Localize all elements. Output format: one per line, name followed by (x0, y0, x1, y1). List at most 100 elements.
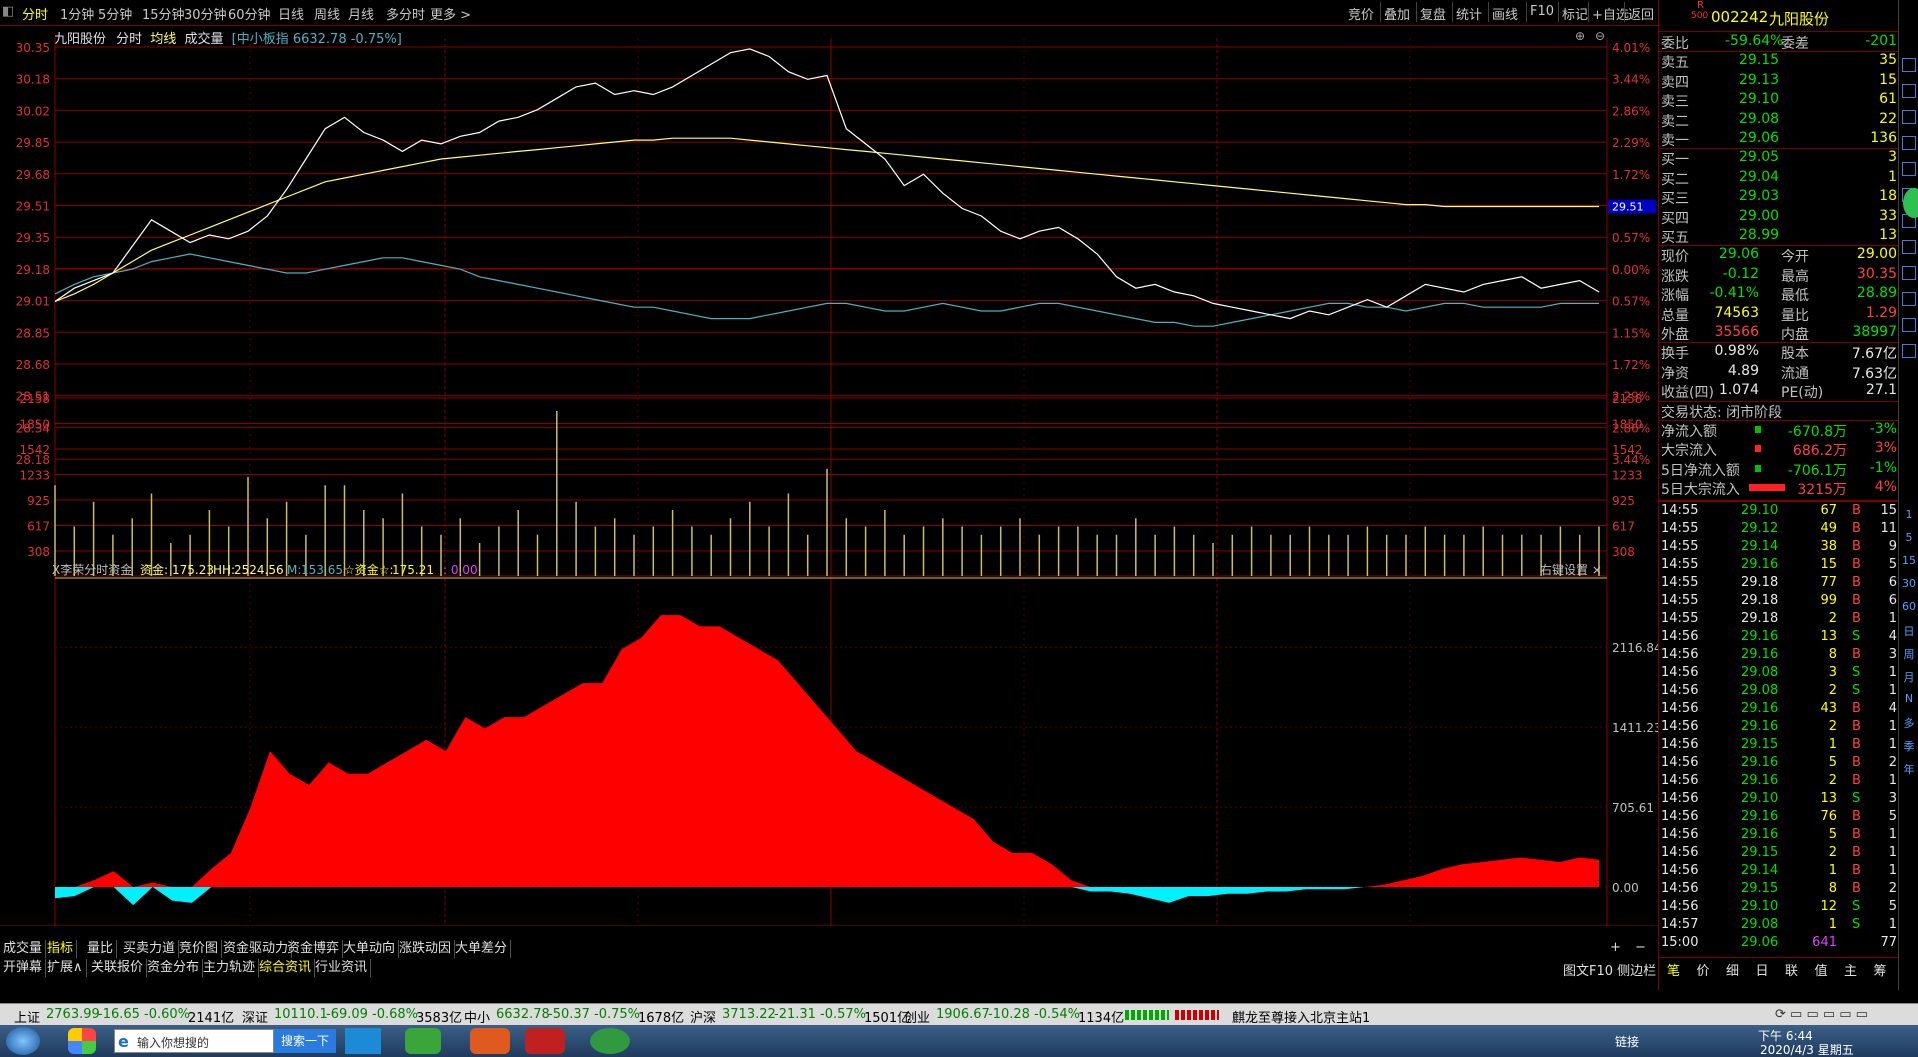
indicator-tab[interactable]: 竞价图 (176, 940, 223, 958)
tool-icon[interactable] (1902, 240, 1916, 254)
ask-price[interactable]: 29.08 (1739, 111, 1779, 127)
indicator-tab[interactable]: 涨跌动因 (396, 940, 456, 958)
app-icon-stock[interactable] (525, 1028, 565, 1054)
indicator-tab[interactable]: 资金驱动力 (220, 940, 293, 958)
tool-icon[interactable] (1902, 110, 1916, 124)
period-shortcut[interactable]: N (1901, 692, 1917, 705)
status-tools-icon[interactable]: ⟳ ▭ ▭ ▭ ▭ ▭ (1775, 1007, 1868, 1022)
start-button[interactable] (6, 1027, 40, 1055)
quote-tab[interactable]: 主 (1844, 960, 1857, 979)
toolbar-action-tab[interactable]: 统计 (1456, 4, 1482, 23)
tool-icon[interactable] (1902, 58, 1916, 72)
indicator-tab[interactable]: 资金博弈 (284, 940, 344, 958)
period-shortcut[interactable]: 日 (1901, 623, 1917, 639)
period-tab[interactable]: 月线 (348, 4, 374, 23)
float-ball-icon[interactable] (1903, 188, 1918, 218)
index-name[interactable]: 中小 (464, 1007, 490, 1026)
period-shortcut[interactable]: 周 (1901, 646, 1917, 662)
toolbar-action-tab[interactable]: 复盘 (1420, 4, 1446, 23)
period-shortcut[interactable]: 1 (1901, 508, 1917, 521)
indicator-tab[interactable]: 买卖力道 (120, 940, 180, 958)
app-icon-player[interactable] (345, 1028, 381, 1054)
info-tab[interactable]: 扩展∧ (44, 959, 87, 977)
period-tab[interactable]: 15分钟 (142, 4, 185, 23)
ask-price[interactable]: 29.15 (1739, 52, 1779, 68)
period-shortcut[interactable]: 多 (1901, 715, 1917, 731)
period-tab[interactable]: 5分钟 (98, 4, 132, 23)
taskbar-search-box[interactable]: e 输入你想搜的 (114, 1029, 274, 1053)
period-tab[interactable]: 1分钟 (60, 4, 94, 23)
tool-icon[interactable] (1902, 344, 1916, 358)
indicator-tab[interactable]: 大单动向 (340, 940, 400, 958)
period-tab[interactable]: 30分钟 (184, 4, 227, 23)
bid-price[interactable]: 29.00 (1739, 208, 1779, 224)
taskbar-search-button[interactable]: 搜索一下 (274, 1029, 336, 1053)
period-tab[interactable]: 60分钟 (228, 4, 271, 23)
indicator-settings[interactable]: 右键设置 × (1540, 562, 1602, 577)
quote-tab[interactable]: 细 (1726, 960, 1739, 979)
toolbar-toggle-icon[interactable]: ◧ (2, 4, 14, 19)
tool-icon[interactable] (1902, 266, 1916, 280)
toolbar-action-tab[interactable]: F10 (1530, 4, 1554, 19)
info-tab[interactable]: 行业资讯 (312, 959, 372, 977)
toolbar-action-tab[interactable]: 标记 (1562, 4, 1588, 23)
indicator-tab[interactable]: 量比 (84, 940, 118, 958)
info-tab[interactable]: 主力轨迹 (200, 959, 260, 977)
tool-icon[interactable] (1902, 292, 1916, 306)
quote-tab[interactable]: 联 (1785, 960, 1798, 979)
period-shortcut[interactable]: 30 (1901, 577, 1917, 590)
app-icon-1[interactable] (68, 1028, 96, 1054)
index-name[interactable]: 上证 (14, 1007, 40, 1026)
info-tab[interactable]: 综合资讯 (256, 959, 316, 977)
period-shortcut[interactable]: 月 (1901, 669, 1917, 685)
info-tab[interactable]: 开弹幕 (0, 959, 47, 977)
toolbar-action-tab[interactable]: 竞价 (1348, 4, 1374, 23)
bid-price[interactable]: 29.04 (1739, 169, 1779, 185)
quote-tab[interactable]: 笔 (1667, 960, 1680, 979)
indicator-tab[interactable]: 成交量 (0, 940, 47, 958)
quote-tab[interactable]: 值 (1815, 960, 1828, 979)
tool-icon[interactable] (1902, 162, 1916, 176)
quote-tab[interactable]: 筹 (1874, 960, 1887, 979)
tool-icon[interactable] (1902, 318, 1916, 332)
toolbar-action-tab[interactable]: 画线 (1492, 4, 1518, 23)
ask-price[interactable]: 29.10 (1739, 91, 1779, 107)
indicator-tab[interactable]: 指标 (44, 940, 78, 958)
toolbar-action-tab[interactable]: 返回 (1628, 4, 1654, 23)
period-shortcut[interactable]: 年 (1901, 761, 1917, 777)
toolbar-action-tab[interactable]: 叠加 (1384, 4, 1410, 23)
period-tab[interactable]: 分时 (22, 4, 48, 23)
app-icon-browser[interactable] (590, 1028, 630, 1054)
bid-price[interactable]: 29.03 (1739, 188, 1779, 204)
quote-tab[interactable]: 日 (1756, 960, 1769, 979)
period-shortcut[interactable]: 15 (1901, 554, 1917, 567)
period-tab[interactable]: 更多 > (430, 4, 471, 23)
period-shortcut[interactable]: 季 (1901, 738, 1917, 754)
tool-icon[interactable] (1902, 136, 1916, 150)
period-tab[interactable]: 周线 (314, 4, 340, 23)
period-shortcut[interactable]: 5 (1901, 531, 1917, 544)
add-indicator-button[interactable]: + (1610, 940, 1621, 955)
app-icon-orange[interactable] (470, 1028, 510, 1054)
index-name[interactable]: 深证 (242, 1007, 268, 1026)
info-tab[interactable]: 资金分布 (144, 959, 204, 977)
bid-price[interactable]: 28.99 (1739, 227, 1779, 243)
index-name[interactable]: 沪深 (690, 1007, 716, 1026)
bid-price[interactable]: 29.05 (1739, 149, 1779, 165)
info-tab[interactable]: 关联报价 (88, 959, 148, 977)
indicator-tab[interactable]: 大单差分 (452, 940, 512, 958)
quote-tab[interactable]: 价 (1697, 960, 1710, 979)
app-icon-green[interactable] (405, 1028, 441, 1054)
period-tab[interactable]: 多分时 (386, 4, 425, 23)
f10-sidebar-toggle[interactable]: 图文F10 侧边栏《 (1563, 960, 1669, 979)
period-tab[interactable]: 日线 (278, 4, 304, 23)
ask-price[interactable]: 29.06 (1739, 130, 1779, 146)
period-shortcut[interactable]: 60 (1901, 600, 1917, 613)
chart-canvas[interactable]: 30.35 30.18 30.02 29.85 29.68 29.51 29.35 29.18… (0, 26, 1658, 926)
index-name[interactable]: 创业 (904, 1007, 930, 1026)
server-status[interactable]: 麒龙至尊接入北京主站1 (1232, 1007, 1370, 1026)
ask-price[interactable]: 29.13 (1739, 72, 1779, 88)
tool-icon[interactable] (1902, 84, 1916, 98)
remove-indicator-button[interactable]: − (1635, 940, 1646, 955)
taskbar-link-label[interactable]: 链接 (1615, 1033, 1639, 1050)
